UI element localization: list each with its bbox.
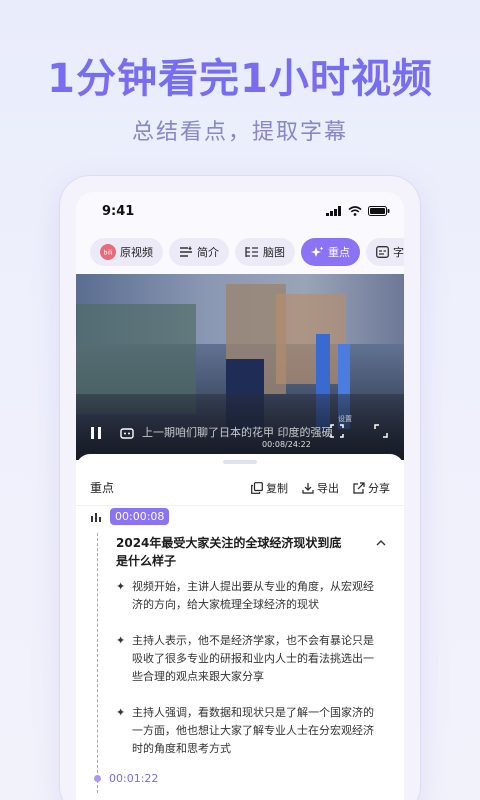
danmaku-icon[interactable] — [120, 427, 134, 439]
signal-icon — [326, 206, 341, 216]
tab-highlights[interactable]: 重点 — [301, 238, 360, 266]
drag-handle[interactable] — [223, 460, 257, 464]
original-video-icon: bili — [100, 244, 116, 260]
tab-subtitles[interactable]: 字幕 — [366, 238, 404, 266]
export-button[interactable]: 导出 — [302, 480, 339, 496]
tab-label: 简介 — [197, 246, 219, 259]
tab-summary[interactable]: 简介 — [169, 238, 229, 266]
share-icon — [353, 481, 365, 494]
share-button[interactable]: 分享 — [353, 480, 390, 496]
video-caption: 上一期咱们聊了日本的花甲 印度的强硬 — [142, 426, 333, 439]
tab-mindmap[interactable]: 脑图 — [235, 238, 295, 266]
chevron-up-icon[interactable] — [376, 539, 386, 547]
highlight-point-text: 主持人强调，看数据和现状只是了解一个国家济的一方面，他也想让大家了解专业人士在分… — [132, 706, 374, 755]
timestamp-row[interactable]: 00:00:08 — [90, 508, 170, 525]
phone-screen: 9:41 bili 原视频 简介 脑图 重点 字 上一期咱们聊了日本的花甲 印度… — [76, 192, 404, 800]
sparkle-bullet-icon: ✦ — [116, 580, 126, 593]
status-icons — [326, 206, 390, 216]
timeline-line — [97, 533, 98, 793]
highlight-point: ✦ 视频开始，主讲人提出要从专业的角度，从宏观经济的方向，给大家梳理全球经济的现… — [116, 578, 378, 614]
video-time-display: 00:08/24:22 — [262, 440, 311, 449]
tab-original-video[interactable]: bili 原视频 — [90, 238, 163, 266]
video-building — [276, 294, 346, 384]
battery-icon — [368, 206, 390, 216]
tab-label: 原视频 — [120, 246, 153, 259]
phone-mockup: 9:41 bili 原视频 简介 脑图 重点 字 上一期咱们聊了日本的花甲 印度… — [60, 176, 420, 800]
highlight-point: ✦ 主持人表示，他不是经济学家，也不会有暴论只是吸收了很多专业的研报和业内人士的… — [116, 632, 378, 686]
copy-label: 复制 — [266, 481, 288, 495]
tab-label: 脑图 — [263, 246, 285, 259]
timeline-dot — [94, 775, 101, 782]
tab-label: 重点 — [328, 246, 350, 259]
video-player[interactable]: 上一期咱们聊了日本的花甲 印度的强硬 00:08/24:22 设置 — [76, 274, 404, 460]
crop-icon[interactable] — [330, 424, 344, 438]
status-bar: 9:41 — [76, 192, 404, 230]
fullscreen-icon[interactable] — [374, 424, 388, 438]
highlight-point-text: 视频开始，主讲人提出要从专业的角度，从宏观经济的方向，给大家梳理全球经济的现状 — [132, 580, 374, 611]
subtitle-icon — [376, 246, 389, 258]
summary-list-icon — [180, 246, 192, 257]
sparkle-bullet-icon: ✦ — [116, 706, 126, 719]
sparkle-icon — [311, 246, 324, 257]
pause-icon[interactable] — [90, 426, 102, 440]
export-label: 导出 — [317, 481, 339, 495]
copy-button[interactable]: 复制 — [251, 480, 288, 496]
section-title: 2024年最受大家关注的全球经济现状到底是什么样子 — [116, 536, 342, 568]
mindmap-icon — [245, 247, 258, 257]
share-label: 分享 — [368, 481, 390, 495]
copy-icon — [251, 481, 263, 494]
tab-label: 字幕 — [393, 246, 404, 259]
timestamp-badge[interactable]: 00:00:08 — [110, 508, 170, 525]
sparkle-bullet-icon: ✦ — [116, 634, 126, 647]
highlight-point-text: 主持人表示，他不是经济学家，也不会有暴论只是吸收了很多专业的研报和业内人士的看法… — [132, 634, 374, 683]
video-corner-tag: 设置 — [338, 415, 352, 423]
audio-bars-icon — [91, 512, 101, 522]
highlights-panel: 重点 复制 导出 分享 00:00:08 2024年最受大家关注的全球经济现状到… — [76, 454, 404, 800]
timestamp-label[interactable]: 00:01:22 — [109, 772, 158, 785]
timestamp-row[interactable]: 00:01:22 — [94, 772, 158, 785]
tab-bar: bili 原视频 简介 脑图 重点 字 — [76, 238, 404, 268]
status-time: 9:41 — [102, 203, 135, 219]
hero-subtitle: 总结看点，提取字幕 — [131, 120, 348, 145]
svg-text:bili: bili — [104, 250, 113, 257]
hero-title: 1分钟看完1小时视频 — [47, 56, 433, 102]
panel-title: 重点 — [90, 481, 115, 495]
highlight-point: ✦ 主持人强调，看数据和现状只是了解一个国家济的一方面，他也想让大家了解专业人士… — [116, 704, 378, 758]
panel-actions: 复制 导出 分享 — [251, 480, 390, 496]
export-icon — [302, 482, 314, 494]
panel-header: 重点 复制 导出 分享 — [76, 470, 404, 506]
wifi-icon — [348, 206, 362, 216]
